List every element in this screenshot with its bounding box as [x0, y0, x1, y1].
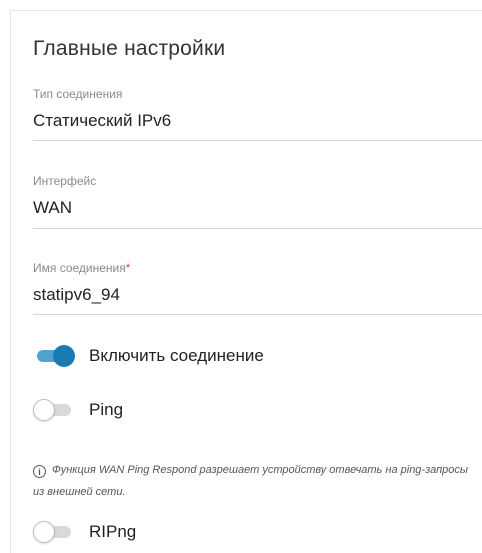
- ripng-row: RIPng: [33, 521, 136, 543]
- toggle-knob: [33, 521, 55, 543]
- connection-type-underline: [33, 140, 482, 141]
- main-settings-card: Главные настройки Тип соединения Статиче…: [10, 10, 482, 553]
- enable-connection-toggle[interactable]: [33, 345, 75, 367]
- ping-hint: i Функция WAN Ping Respond разрешает устр…: [33, 459, 468, 503]
- connection-name-label: Имя соединения*: [33, 261, 482, 275]
- ripng-toggle[interactable]: [33, 521, 75, 543]
- connection-type-field[interactable]: Тип соединения Статический IPv6: [33, 87, 482, 141]
- connection-name-underline: [33, 314, 482, 315]
- interface-value[interactable]: WAN: [33, 198, 482, 218]
- interface-field[interactable]: Интерфейс WAN: [33, 174, 482, 229]
- enable-connection-label: Включить соединение: [89, 346, 264, 365]
- connection-type-label: Тип соединения: [33, 87, 123, 101]
- ping-toggle[interactable]: [33, 399, 75, 421]
- ping-hint-text: Функция WAN Ping Respond разрешает устро…: [33, 464, 468, 498]
- toggle-knob: [53, 345, 75, 367]
- ripng-label: RIPng: [89, 522, 137, 541]
- connection-name-label-text: Имя соединения: [33, 261, 126, 275]
- interface-label: Интерфейс: [33, 174, 97, 188]
- connection-name-field[interactable]: Имя соединения* statipv6_94: [33, 261, 482, 315]
- enable-connection-row: Включить соединение: [33, 345, 264, 367]
- connection-type-value[interactable]: Статический IPv6: [33, 111, 482, 131]
- ping-label: Ping: [89, 400, 124, 419]
- interface-underline: [33, 228, 482, 229]
- info-icon: i: [33, 465, 46, 478]
- required-mark: *: [125, 261, 131, 275]
- connection-name-input[interactable]: statipv6_94: [33, 285, 482, 305]
- toggle-knob: [33, 399, 55, 421]
- section-title: Главные настройки: [33, 37, 226, 60]
- ping-row: Ping: [33, 399, 123, 421]
